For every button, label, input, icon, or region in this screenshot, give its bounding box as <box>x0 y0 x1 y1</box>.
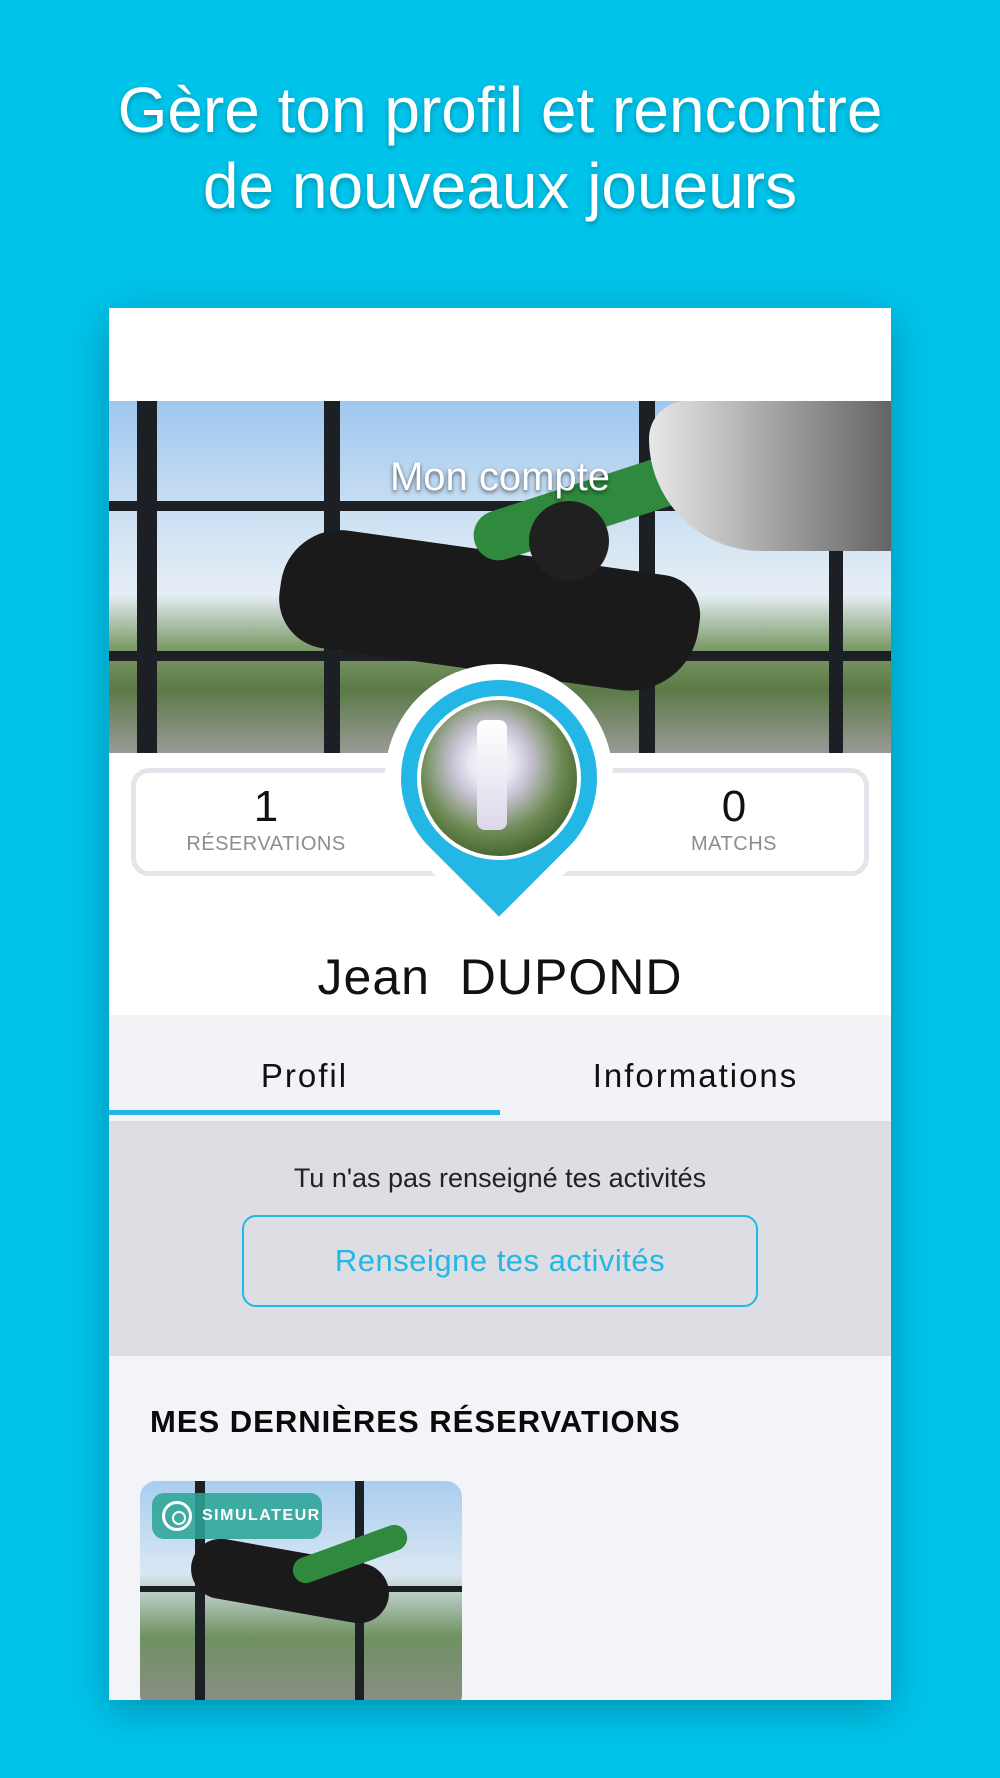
active-tab-indicator <box>109 1110 500 1115</box>
compass-icon <box>162 1501 192 1531</box>
tab-informations[interactable]: Informations <box>500 1015 891 1121</box>
profile-tabs: Profil Informations <box>109 1015 891 1121</box>
phone-screen: Mon compte 1 RÉSERVATIONS 0 MATCHS Jean … <box>109 308 891 1700</box>
matchs-label: MATCHS <box>691 833 777 855</box>
matchs-count: 0 <box>721 782 747 831</box>
reservations-label: RÉSERVATIONS <box>186 833 346 855</box>
simulateur-badge: SIMULATEUR <box>152 1493 322 1539</box>
user-full-name: Jean DUPOND <box>109 948 891 1006</box>
last-name: DUPOND <box>459 949 683 1005</box>
reservations-title: MES DERNIÈRES RÉSERVATIONS <box>150 1404 681 1439</box>
headline-line-1: Gère ton profil et rencontre <box>117 74 883 146</box>
badge-label: SIMULATEUR <box>202 1507 321 1524</box>
matchs-stat[interactable]: 0 MATCHS <box>624 781 844 856</box>
first-name: Jean <box>317 949 430 1005</box>
reservation-card[interactable]: SIMULATEUR <box>140 1481 462 1700</box>
reservations-section: MES DERNIÈRES RÉSERVATIONS SIMULATEUR <box>109 1356 891 1700</box>
tab-profil[interactable]: Profil <box>109 1015 500 1121</box>
reservations-stat[interactable]: 1 RÉSERVATIONS <box>156 781 376 856</box>
app-bar <box>109 308 891 401</box>
frame-post <box>137 401 157 753</box>
headline-line-2: de nouveaux joueurs <box>202 150 798 222</box>
activity-section: Tu n'as pas renseigné tes activités Rens… <box>109 1121 891 1356</box>
avatar[interactable] <box>417 696 581 860</box>
waterfall-image <box>477 720 507 830</box>
promo-headline: Gère ton profil et rencontre de nouveaux… <box>0 72 1000 224</box>
fill-activities-button[interactable]: Renseigne tes activités <box>242 1215 758 1307</box>
no-activity-message: Tu n'as pas renseigné tes activités <box>293 1163 707 1193</box>
cover-title: Mon compte <box>389 455 611 499</box>
reservations-count: 1 <box>253 782 279 831</box>
skydiver-helmet <box>529 501 609 581</box>
